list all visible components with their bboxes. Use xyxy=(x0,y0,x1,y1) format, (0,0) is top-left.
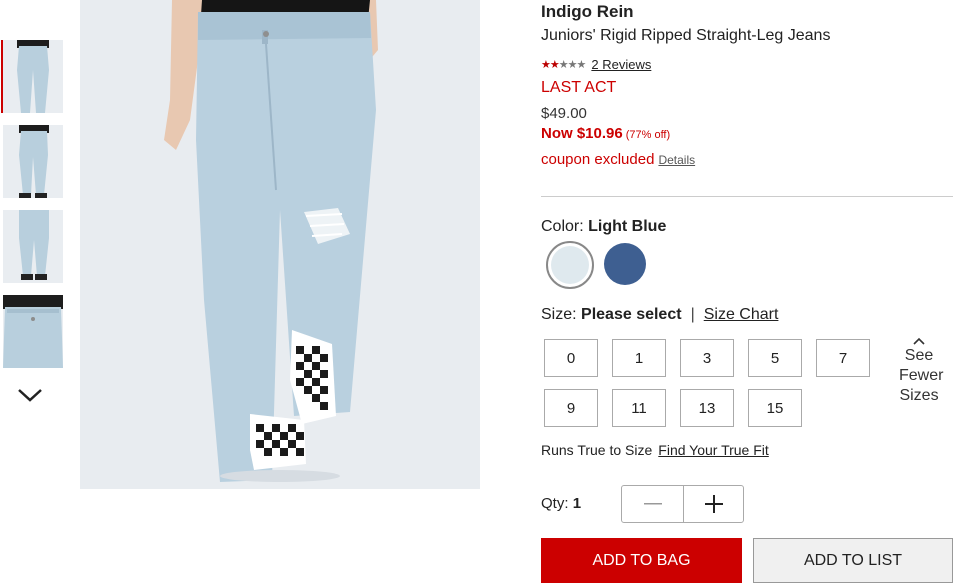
star-empty-icon: ★ xyxy=(576,58,587,71)
thumbnail-strip xyxy=(0,0,66,420)
thumbnail-detail-image xyxy=(3,295,63,368)
size-option-11[interactable]: 11 xyxy=(612,389,666,427)
sale-price-row: Now $10.96 (77% off) xyxy=(541,125,670,142)
plus-icon xyxy=(704,495,723,513)
quantity-label-text: Qty: xyxy=(541,495,569,512)
star-filled-icon: ★ xyxy=(541,58,551,71)
quantity-value: 1 xyxy=(572,495,582,512)
size-label: Size: Please select | Size Chart xyxy=(541,306,778,324)
star-rating-icon: ★★★★★ xyxy=(541,58,587,71)
fit-row: Runs True to Size Find Your True Fit xyxy=(541,442,769,458)
size-option-5[interactable]: 5 xyxy=(748,339,802,377)
star-empty-icon: ★ xyxy=(558,58,569,71)
star-filled-icon: ★ xyxy=(549,58,560,71)
quantity-label: Qty: 1 xyxy=(541,495,581,512)
see-fewer-line-1: See xyxy=(904,347,934,364)
thumbnail-side[interactable] xyxy=(3,125,63,198)
size-label-text: Size: xyxy=(541,306,577,323)
sale-price: Now $10.96 xyxy=(541,125,623,142)
size-option-0[interactable]: 0 xyxy=(544,339,598,377)
chevron-up-icon xyxy=(913,337,925,345)
thumbnail-back-image xyxy=(3,210,63,283)
thumbnail-front-image xyxy=(3,40,63,113)
size-option-3[interactable]: 3 xyxy=(680,339,734,377)
add-to-bag-button[interactable]: ADD TO BAG xyxy=(541,538,742,583)
size-option-1[interactable]: 1 xyxy=(612,339,666,377)
thumbnail-front[interactable] xyxy=(1,40,63,113)
size-option-13[interactable]: 13 xyxy=(680,389,734,427)
color-label: Color: Light Blue xyxy=(541,218,666,236)
see-fewer-sizes-button[interactable]: See Fewer Sizes xyxy=(899,336,944,406)
size-option-7[interactable]: 7 xyxy=(816,339,870,377)
size-option-15[interactable]: 15 xyxy=(748,389,802,427)
true-fit-link[interactable]: Find Your True Fit xyxy=(658,442,769,458)
main-product-image[interactable] xyxy=(80,0,480,489)
decrement-button[interactable] xyxy=(622,486,684,522)
star-empty-icon: ★ xyxy=(567,58,578,71)
swatch-fill xyxy=(551,246,589,284)
divider xyxy=(541,196,953,197)
minus-icon xyxy=(643,503,662,505)
thumbnail-back[interactable] xyxy=(3,210,63,283)
thumbnail-side-image xyxy=(3,125,63,198)
quantity-stepper xyxy=(621,485,744,523)
swatch-fill xyxy=(604,243,646,285)
size-option-9[interactable]: 9 xyxy=(544,389,598,427)
size-selected: Please select xyxy=(581,306,682,323)
see-fewer-line-3: Sizes xyxy=(899,387,939,404)
color-label-text: Color: xyxy=(541,218,584,235)
discount-percent: (77% off) xyxy=(625,129,671,141)
reviews-link[interactable]: 2 Reviews xyxy=(591,57,651,72)
selected-color: Light Blue xyxy=(588,218,667,235)
color-swatch-light-blue[interactable] xyxy=(546,241,594,289)
increment-button[interactable] xyxy=(683,486,744,522)
add-to-list-button[interactable]: ADD TO LIST xyxy=(753,538,953,583)
thumbnail-detail[interactable] xyxy=(3,295,63,368)
coupon-row: coupon excluded Details xyxy=(541,151,695,168)
original-price: $49.00 xyxy=(541,105,587,122)
brand-name[interactable]: Indigo Rein xyxy=(541,2,634,22)
details-link[interactable]: Details xyxy=(658,153,695,167)
coupon-text: coupon excluded xyxy=(541,151,655,168)
chevron-down-icon[interactable] xyxy=(16,386,44,404)
color-swatch-dark-blue[interactable] xyxy=(602,241,650,289)
fit-text: Runs True to Size xyxy=(541,442,653,458)
product-title: Juniors' Rigid Ripped Straight-Leg Jeans xyxy=(541,27,831,44)
jeans-photo xyxy=(80,0,480,489)
promo-badge: LAST ACT xyxy=(541,79,617,96)
rating: ★★★★★ 2 Reviews xyxy=(541,55,651,73)
size-chart-link[interactable]: Size Chart xyxy=(704,306,779,323)
separator: | xyxy=(690,306,695,323)
see-fewer-line-2: Fewer xyxy=(899,367,944,384)
